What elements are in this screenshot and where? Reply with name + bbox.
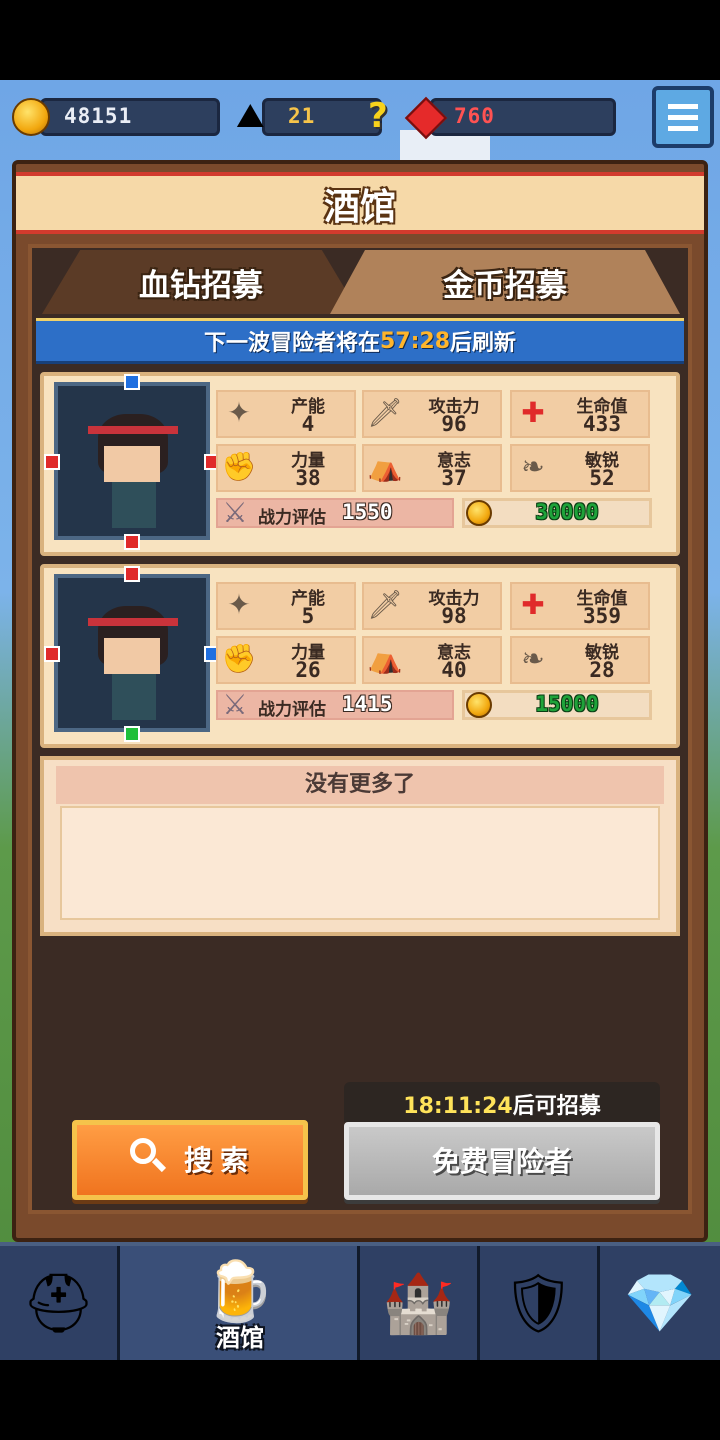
price-value: 15000 — [535, 692, 599, 716]
power-label: 战力评估 — [258, 700, 326, 720]
empty-slot-body — [60, 806, 660, 920]
power-value: 1415 — [342, 692, 393, 716]
power-value: 1550 — [342, 500, 393, 524]
price-value: 30000 — [535, 500, 599, 524]
gold-amount: 48151 — [64, 104, 133, 128]
refresh-suffix: 后刷新 — [450, 331, 517, 356]
stat-value: 359 — [583, 604, 621, 628]
tab-gem-recruit[interactable]: 血钻招募 — [42, 250, 360, 314]
nav-castle[interactable]: 🏰 — [360, 1246, 480, 1360]
free-recruit-timer: 18:11:24后可招募 — [344, 1088, 660, 1120]
ore-pile-icon: ⛰ — [236, 96, 265, 136]
ore-amount: 21 — [288, 104, 316, 128]
gold-coin-icon — [12, 98, 50, 136]
stat-value: 52 — [589, 466, 615, 490]
helmet-icon: ⛑ — [21, 1269, 96, 1337]
help-icon[interactable]: ? — [368, 96, 388, 136]
health-cross-icon: ✚ — [521, 588, 545, 621]
nav-tavern-label: 酒馆 — [216, 1324, 264, 1352]
resize-handle[interactable] — [44, 646, 60, 662]
gem-amount: 760 — [454, 104, 495, 128]
hood-icon: ⛺ — [367, 642, 403, 675]
sword-icon: 🗡 — [367, 396, 403, 429]
stat-value: 5 — [301, 604, 315, 628]
stat-value: 40 — [441, 658, 467, 682]
stat-value: 28 — [589, 658, 615, 682]
gold-coin-icon — [466, 500, 492, 526]
hero-portrait[interactable] — [54, 382, 210, 540]
page-title: 酒馆 — [323, 187, 396, 228]
ore-bar — [262, 98, 382, 136]
nav-shop[interactable]: 💎 — [600, 1246, 720, 1360]
resize-handle[interactable] — [124, 566, 140, 582]
power-crest-icon: ⚔ — [222, 688, 248, 721]
timer-time: 18:11:24 — [403, 1094, 513, 1119]
refresh-banner: 下一波冒险者将在 57:28 后刷新 — [36, 318, 684, 364]
list-menu-icon[interactable] — [652, 86, 714, 148]
hero-portrait[interactable] — [54, 574, 210, 732]
gauntlet-icon: ✊ — [221, 450, 257, 483]
search-label: 搜索 — [184, 1144, 257, 1177]
free-adventurer-label: 免费冒险者 — [431, 1145, 572, 1178]
refresh-prefix: 下一波冒险者将在 — [203, 331, 380, 356]
gauntlet-icon: ✊ — [221, 642, 257, 675]
crystal-icon: ✦ — [227, 588, 251, 621]
tab-gold-recruit[interactable]: 金币招募 — [330, 250, 680, 314]
health-cross-icon: ✚ — [521, 396, 545, 429]
castle-icon: 🏰 — [382, 1269, 455, 1337]
nav-guild[interactable]: 🛡 — [480, 1246, 600, 1360]
power-crest-icon: ⚔ — [222, 496, 248, 529]
magnifier-icon — [128, 1136, 168, 1176]
stat-value: 26 — [295, 658, 321, 682]
resize-handle[interactable] — [124, 374, 140, 390]
wing-icon: ❧ — [521, 450, 545, 483]
hood-icon: ⛺ — [367, 450, 403, 483]
stat-value: 98 — [441, 604, 467, 628]
stat-value: 37 — [441, 466, 467, 490]
stat-value: 38 — [295, 466, 321, 490]
power-label: 战力评估 — [258, 508, 326, 528]
gem-coins-icon: 💎 — [623, 1269, 697, 1337]
wing-icon: ❧ — [521, 642, 545, 675]
stat-value: 4 — [301, 412, 315, 436]
stat-value: 96 — [441, 412, 467, 436]
resize-handle[interactable] — [124, 534, 140, 550]
nav-helmet[interactable]: ⛑ — [0, 1246, 120, 1360]
timer-suffix: 后可招募 — [512, 1094, 601, 1119]
no-more-label: 没有更多了 — [56, 766, 664, 804]
sword-icon: 🗡 — [367, 588, 403, 621]
gold-coin-icon — [466, 692, 492, 718]
resize-handle[interactable] — [124, 726, 140, 742]
guild-shield-icon: 🛡 — [501, 1269, 576, 1337]
stat-value: 433 — [583, 412, 621, 436]
refresh-time: 57:28 — [379, 328, 451, 354]
crystal-icon: ✦ — [227, 396, 251, 429]
resize-handle[interactable] — [44, 454, 60, 470]
